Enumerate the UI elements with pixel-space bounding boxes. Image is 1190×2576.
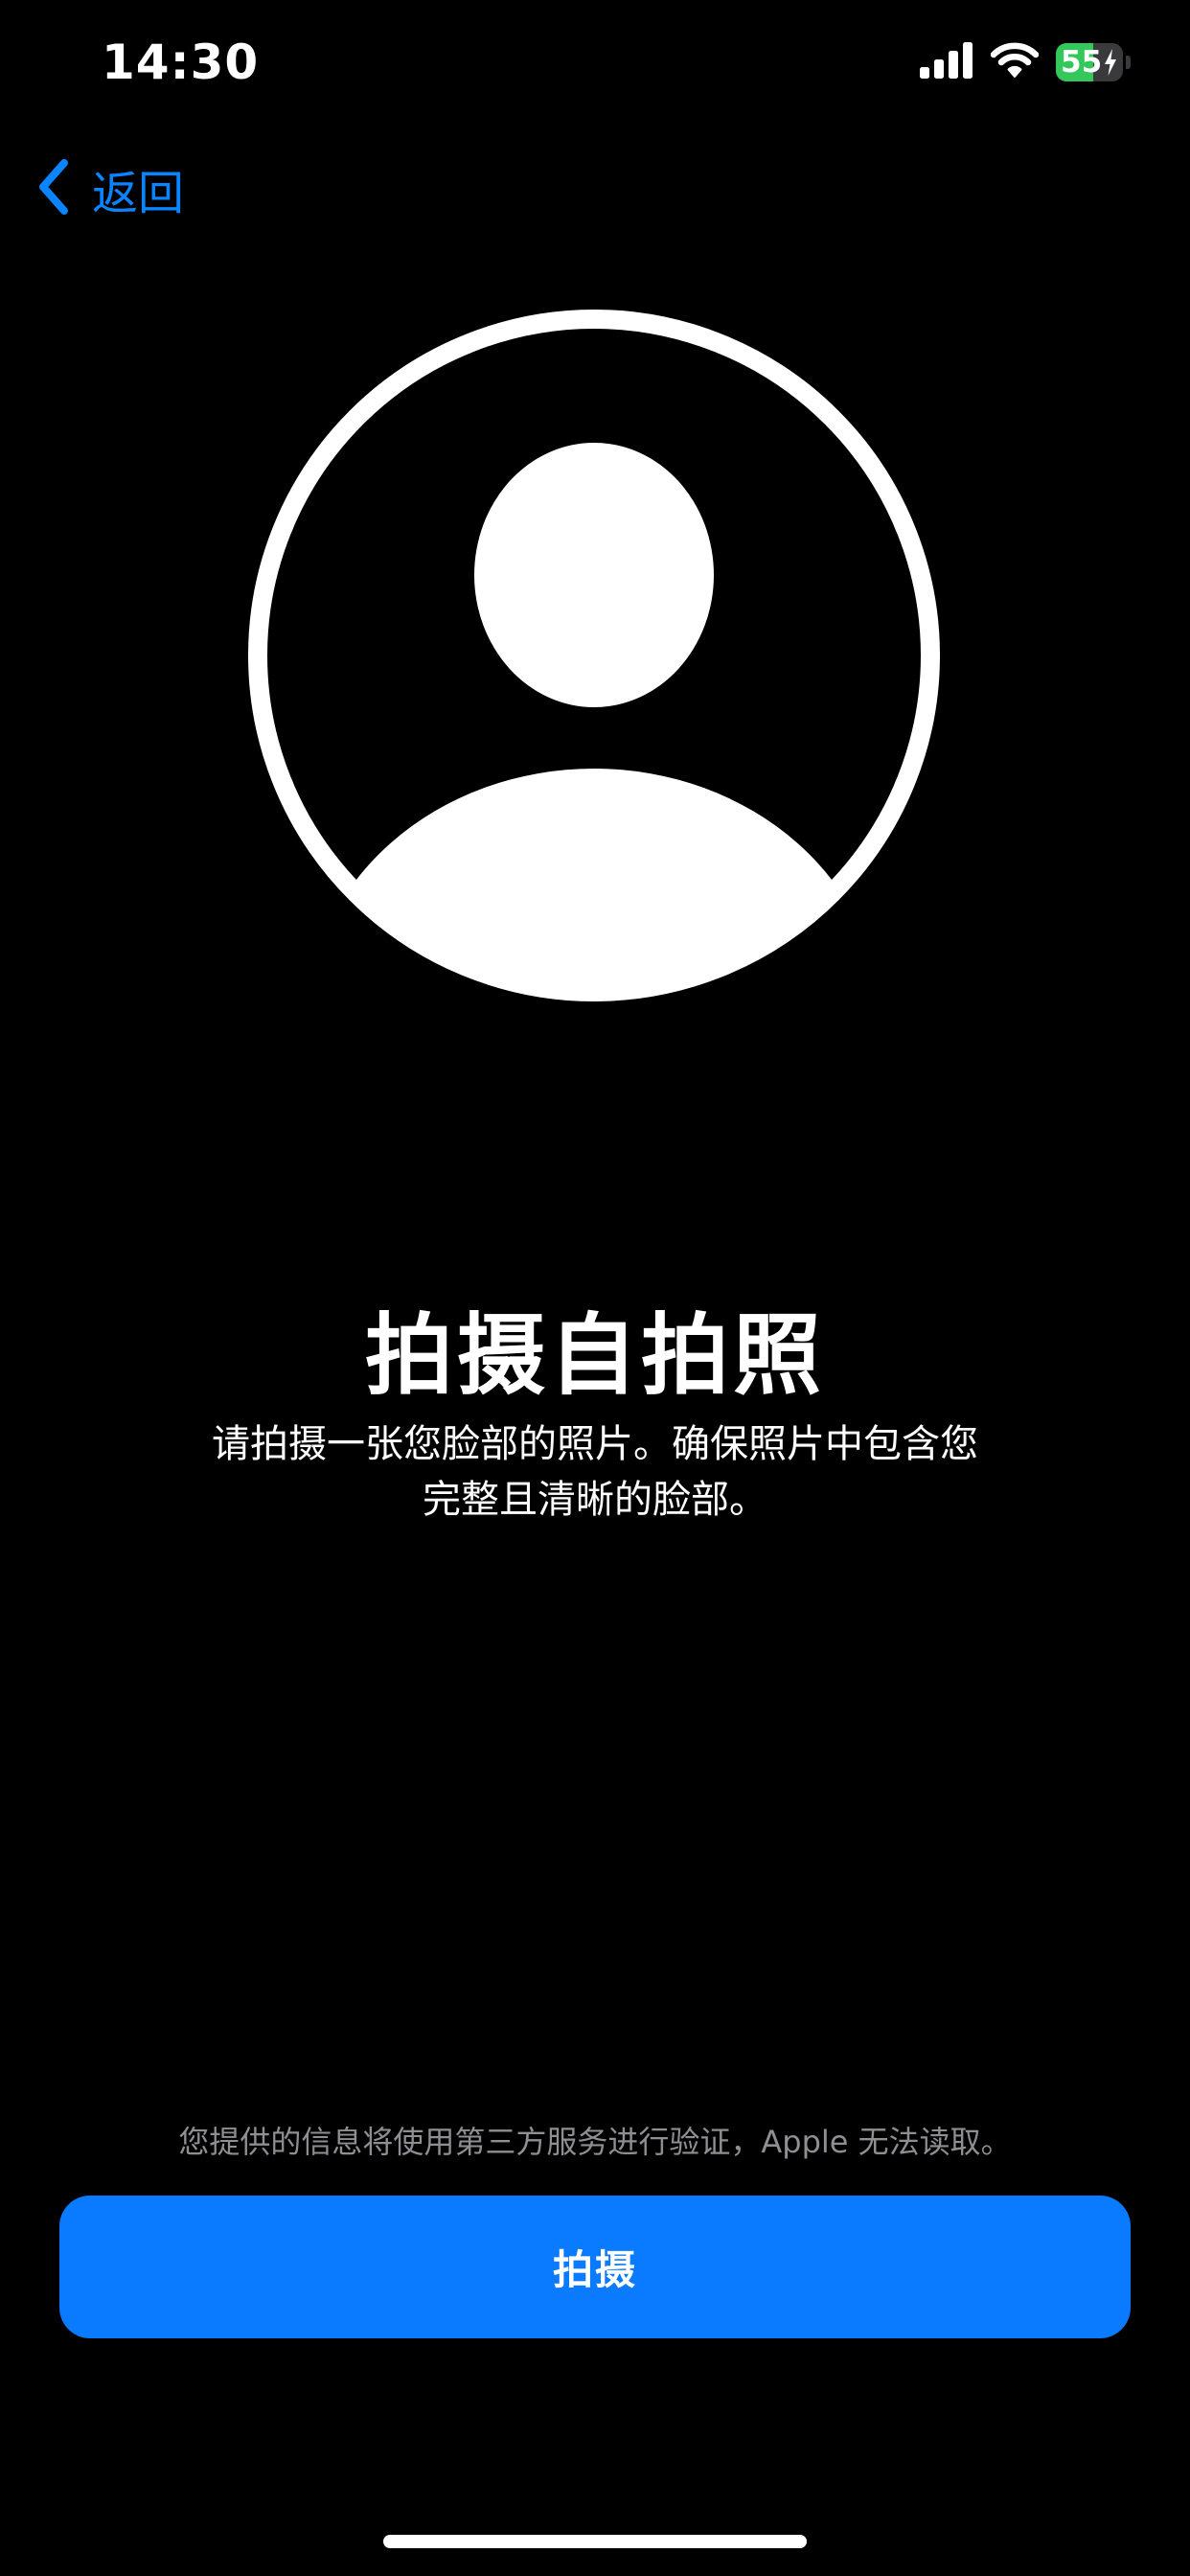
instructions-line-1: 请拍摄一张您脸部的照片。确保照片中包含您 [212, 1422, 978, 1466]
bolt-icon [1105, 49, 1116, 76]
status-icons: 55 [920, 42, 1131, 82]
home-indicator[interactable] [383, 2535, 807, 2548]
instructions-line-2: 完整且清晰的脸部。 [423, 1478, 767, 1522]
battery-cap [1126, 56, 1131, 69]
back-label: 返回 [92, 167, 185, 220]
instructions-text: 请拍摄一张您脸部的照片。确保照片中包含您 完整且清晰的脸部。 [172, 1416, 1018, 1528]
page-title: 拍摄自拍照 [364, 1304, 825, 1407]
status-time: 14:30 [102, 34, 260, 90]
cellular-signal-icon [920, 42, 973, 82]
capture-button-label: 拍摄 [552, 2246, 637, 2293]
back-button[interactable]: 返回 [34, 153, 184, 224]
battery-charging-icon: 55 [1056, 43, 1131, 81]
wifi-icon [990, 42, 1040, 82]
capture-button[interactable]: 拍摄 [59, 2196, 1131, 2338]
chevron-left-icon [34, 157, 73, 220]
privacy-note: 您提供的信息将使用第三方服务进行验证，Apple 无法读取。 [178, 2124, 1012, 2160]
person-circle-icon [247, 309, 941, 1002]
